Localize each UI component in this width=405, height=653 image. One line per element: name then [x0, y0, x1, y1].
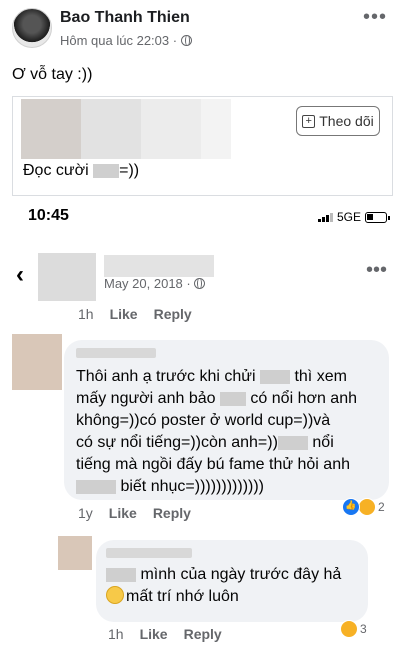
blurred-region: [201, 99, 231, 159]
like-link[interactable]: Like: [140, 626, 168, 642]
reply-link[interactable]: Reply: [153, 505, 191, 521]
globe-icon: [193, 278, 205, 289]
blurred-region: [141, 99, 201, 159]
more-options-icon[interactable]: •••: [363, 6, 387, 29]
reaction-badge[interactable]: 2: [342, 498, 385, 516]
blurred-name: [104, 255, 214, 277]
reaction-count: 3: [360, 622, 367, 636]
globe-icon: [181, 35, 193, 46]
thread-header: ‹ May 20, 2018 · •••: [0, 243, 405, 303]
comment-text: Thôi anh ạ trước khi chửi thì xem mấy ng…: [76, 368, 357, 495]
network-label: 5GE: [336, 210, 361, 224]
follow-button[interactable]: + Theo dõi: [296, 106, 380, 136]
status-bar: 10:45 5GE: [0, 203, 405, 233]
battery-icon: [365, 211, 390, 223]
blurred-commenter-name[interactable]: [76, 348, 156, 358]
author-avatar[interactable]: [12, 8, 52, 48]
status-time: 10:45: [28, 207, 69, 224]
haha-reaction-icon: [340, 620, 358, 638]
like-link[interactable]: Like: [110, 306, 138, 322]
follow-label: Theo dõi: [319, 113, 374, 129]
post-timestamp[interactable]: Hôm qua lúc 22:03 ·: [60, 33, 177, 48]
comment-bubble: mình của ngày trước đây hả mất trí nhớ l…: [96, 540, 368, 622]
blurred-region: [21, 99, 81, 159]
censored-text: [93, 163, 120, 178]
comment-time: 1y: [78, 505, 93, 521]
like-link[interactable]: Like: [109, 505, 137, 521]
comment-time: 1h: [108, 626, 124, 642]
post-meta: Hôm qua lúc 22:03 ·: [60, 33, 193, 48]
face-mask-emoji-icon: [106, 586, 124, 604]
commenter-avatar[interactable]: [12, 334, 62, 390]
embedded-image[interactable]: + Theo dõi Đọc cười =)): [12, 96, 393, 196]
like-reaction-icon: [342, 498, 360, 516]
blurred-avatar[interactable]: [38, 253, 96, 301]
embed-caption: Đọc cười =)): [23, 162, 139, 180]
post-header: Bao Thanh Thien Hôm qua lúc 22:03 · •••: [0, 0, 405, 56]
thread-date: May 20, 2018 ·: [104, 276, 205, 291]
status-indicators: 5GE: [317, 210, 390, 224]
reply-link[interactable]: Reply: [154, 306, 192, 322]
comment-actions: 1h Like Reply: [78, 306, 192, 322]
blurred-region: [81, 99, 141, 159]
caption-text: Đọc cười: [23, 162, 89, 179]
post-text: Ơ vỗ tay :)): [12, 66, 93, 83]
reaction-count: 2: [378, 500, 385, 514]
reply-link[interactable]: Reply: [184, 626, 222, 642]
comment-bubble: Thôi anh ạ trước khi chửi thì xem mấy ng…: [64, 340, 389, 500]
comment-time: 1h: [78, 306, 94, 322]
wow-reaction-icon: [358, 498, 376, 516]
add-icon: +: [302, 114, 316, 128]
more-options-icon[interactable]: •••: [366, 259, 387, 282]
caption-suffix: =)): [119, 162, 140, 179]
comment-actions: 1h Like Reply: [108, 626, 222, 642]
comment-text: mình của ngày trước đây hả mất trí nhớ l…: [106, 564, 362, 608]
back-chevron-icon[interactable]: ‹: [16, 261, 24, 289]
signal-icon: [317, 212, 333, 222]
comment-actions: 1y Like Reply: [78, 505, 191, 521]
author-name[interactable]: Bao Thanh Thien: [60, 9, 190, 27]
thread-date-text: May 20, 2018 ·: [104, 276, 191, 291]
commenter-avatar[interactable]: [58, 536, 92, 570]
reaction-badge[interactable]: 3: [340, 620, 367, 638]
blurred-commenter-name[interactable]: [106, 548, 192, 558]
